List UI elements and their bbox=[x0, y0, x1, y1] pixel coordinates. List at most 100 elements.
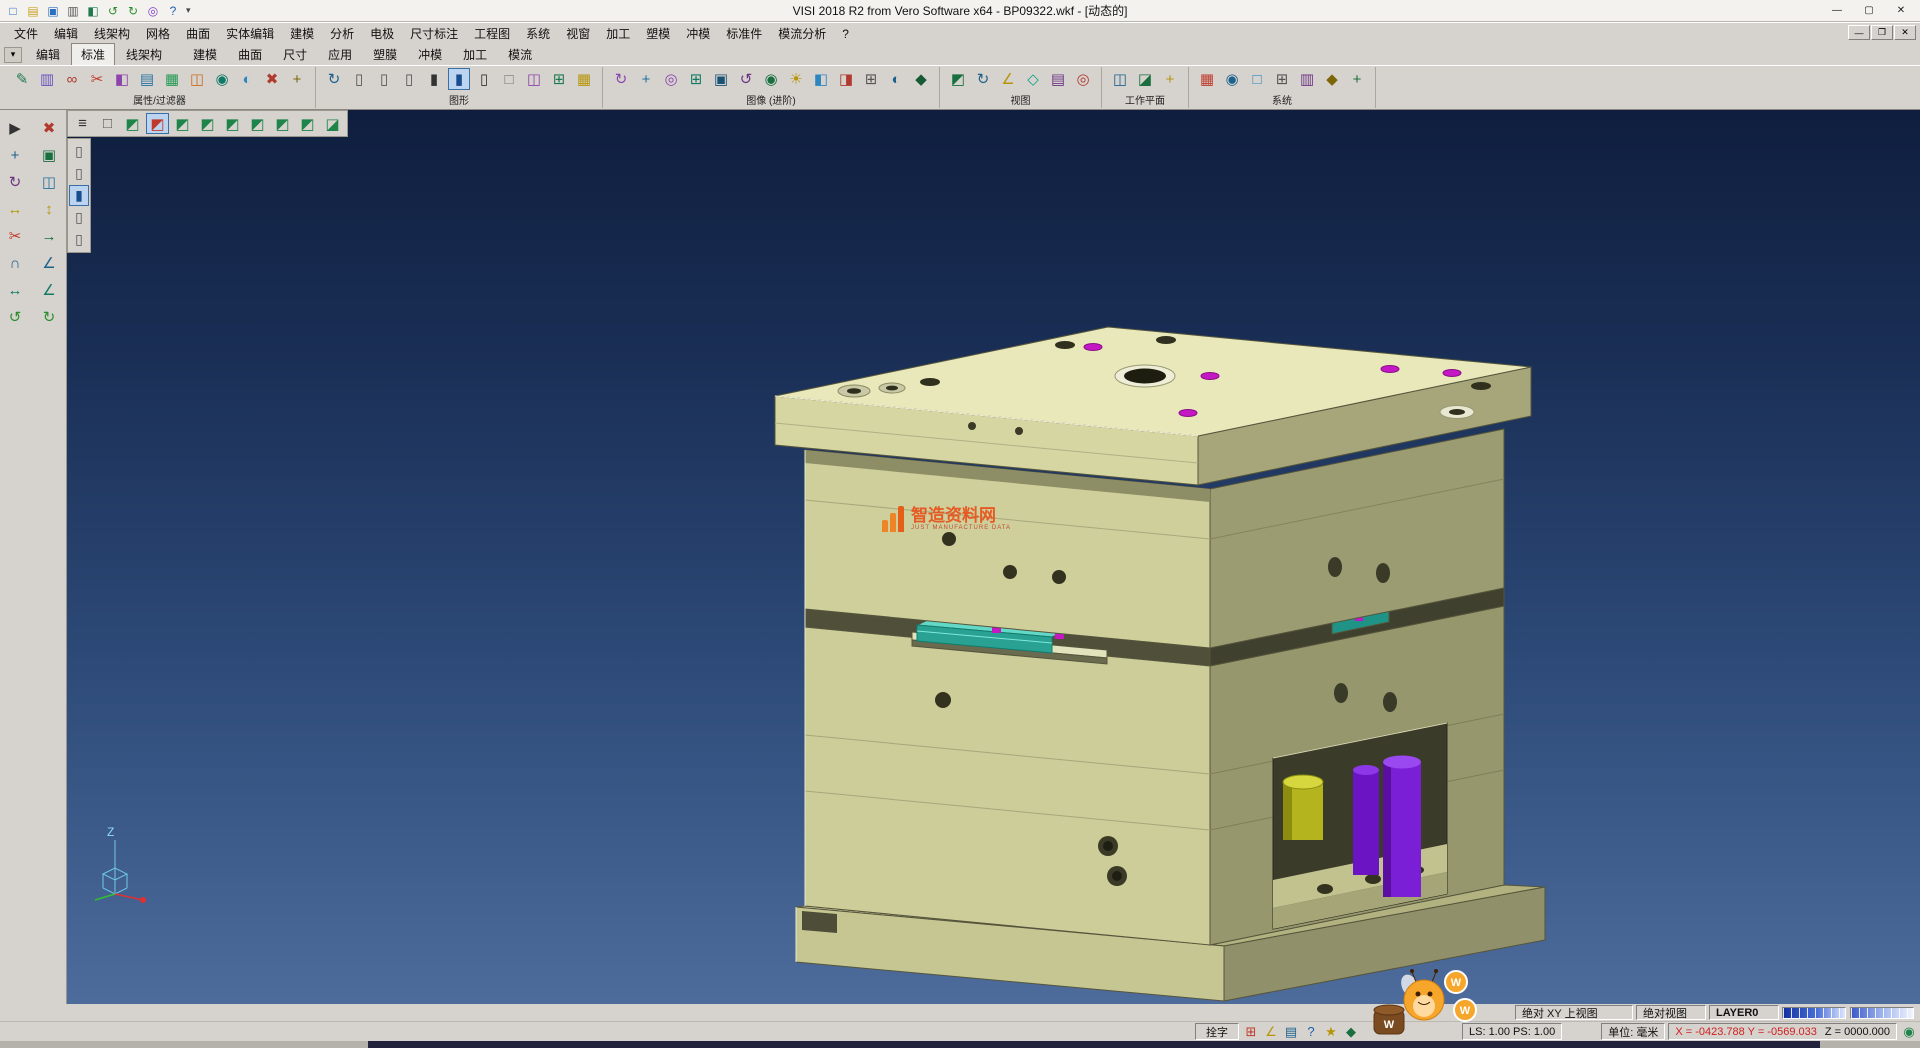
viewport-3d[interactable]: ≡□◩◩◩◩◩◩◩◩◪ ▯▯▮▯▯ Z 智造资料网 JUST MANUFACTU… bbox=[67, 110, 1920, 1004]
mdi-restore-button[interactable]: ❐ bbox=[1871, 25, 1893, 40]
tab-machining[interactable]: 加工 bbox=[453, 43, 497, 66]
menu-machining[interactable]: 加工 bbox=[598, 23, 638, 44]
move-element-icon[interactable]: + bbox=[3, 143, 27, 167]
filter-settings-icon[interactable]: + bbox=[286, 68, 308, 90]
mdi-close-button[interactable]: ✕ bbox=[1894, 25, 1916, 40]
copy-attributes-icon[interactable]: ▥ bbox=[36, 68, 58, 90]
left-view-icon[interactable]: ◩ bbox=[271, 113, 294, 134]
absolute-view-field[interactable]: 绝对视图 bbox=[1636, 1005, 1706, 1020]
regen-view-icon[interactable]: ↻ bbox=[323, 68, 345, 90]
tab-surface[interactable]: 曲面 bbox=[228, 43, 272, 66]
menu-window[interactable]: 视窗 bbox=[558, 23, 598, 44]
menu-analysis[interactable]: 分析 bbox=[322, 23, 362, 44]
zoom-extents-icon[interactable]: ▣ bbox=[710, 68, 732, 90]
tab-edit[interactable]: 编辑 bbox=[26, 43, 70, 66]
tabbar-dropdown-icon[interactable]: ▾ bbox=[4, 47, 22, 63]
stretch-element-icon[interactable]: ↕ bbox=[37, 197, 61, 221]
top-view-icon[interactable]: ◩ bbox=[171, 113, 194, 134]
world-icon[interactable]: ◉ bbox=[1900, 1023, 1918, 1040]
save-file-icon[interactable]: ▣ bbox=[44, 3, 62, 19]
tab-progress[interactable]: 冲模 bbox=[408, 43, 452, 66]
solid-display-4-icon[interactable]: ▯ bbox=[69, 207, 89, 228]
quick-filter-icon[interactable]: ◫ bbox=[186, 68, 208, 90]
layers-status-icon[interactable]: ▤ bbox=[1282, 1023, 1300, 1040]
delete-element-icon[interactable]: ✖ bbox=[37, 116, 61, 140]
wireframe-mode-icon[interactable]: ▯ bbox=[348, 68, 370, 90]
mirror-element-icon[interactable]: ◫ bbox=[37, 170, 61, 194]
menu-standard-parts[interactable]: 标准件 bbox=[718, 23, 770, 44]
tab-wireframe[interactable]: 线架构 bbox=[116, 43, 172, 66]
layer-filter-icon[interactable]: ▤ bbox=[136, 68, 158, 90]
redo-edit-icon[interactable]: ↻ bbox=[37, 305, 61, 329]
menu-modeling[interactable]: 建模 bbox=[282, 23, 322, 44]
undo-edit-icon[interactable]: ↺ bbox=[3, 305, 27, 329]
menu-progress[interactable]: 冲模 bbox=[678, 23, 718, 44]
solid-display-2-icon[interactable]: ▯ bbox=[69, 163, 89, 184]
color-filter-icon[interactable]: ◧ bbox=[111, 68, 133, 90]
view-cplane-icon[interactable]: ◇ bbox=[1022, 68, 1044, 90]
back-view-icon[interactable]: ◩ bbox=[246, 113, 269, 134]
workplane-dynamic-icon[interactable]: + bbox=[1159, 68, 1181, 90]
menu-wireframe[interactable]: 线架构 bbox=[86, 23, 138, 44]
system-settings-icon[interactable]: + bbox=[1346, 68, 1368, 90]
qat-more-button[interactable]: ▾ bbox=[182, 5, 195, 16]
view-manager-icon[interactable]: ◎ bbox=[1072, 68, 1094, 90]
dynamic-rotate-icon[interactable]: ↻ bbox=[610, 68, 632, 90]
new-file-icon[interactable]: □ bbox=[4, 3, 22, 19]
maximize-button[interactable]: ▢ bbox=[1854, 2, 1884, 20]
ejector-pocket[interactable] bbox=[1273, 723, 1447, 929]
visibility-filter-icon[interactable]: ◐ bbox=[236, 68, 258, 90]
solid-display-3-icon[interactable]: ▮ bbox=[69, 185, 89, 206]
shading-toggle-icon[interactable]: □ bbox=[96, 113, 119, 134]
menu-electrode[interactable]: 电极 bbox=[362, 23, 402, 44]
bottom-view-icon[interactable]: ◩ bbox=[196, 113, 219, 134]
previous-view-icon[interactable]: ↺ bbox=[735, 68, 757, 90]
ortho-mode-icon[interactable]: ∠ bbox=[1262, 1023, 1280, 1040]
fillet-icon[interactable]: ∩ bbox=[3, 251, 27, 275]
rotate-element-icon[interactable]: ↻ bbox=[3, 170, 27, 194]
horizontal-scrollbar[interactable] bbox=[0, 1041, 1920, 1048]
solid-display-1-icon[interactable]: ▯ bbox=[69, 141, 89, 162]
multi-viewport-icon[interactable]: ⊞ bbox=[860, 68, 882, 90]
render-settings-icon[interactable]: ◆ bbox=[910, 68, 932, 90]
transparent-mode-icon[interactable]: □ bbox=[498, 68, 520, 90]
tab-dimension[interactable]: 尺寸 bbox=[273, 43, 317, 66]
unlink-elements-icon[interactable]: ✂ bbox=[86, 68, 108, 90]
modify-attributes-icon[interactable]: ✎ bbox=[11, 68, 33, 90]
minimize-button[interactable]: — bbox=[1822, 2, 1852, 20]
tab-mould[interactable]: 塑膜 bbox=[363, 43, 407, 66]
menu-dimension[interactable]: 尺寸标注 bbox=[402, 23, 466, 44]
iso-view-nw-icon[interactable]: ◩ bbox=[146, 113, 169, 134]
background-color-icon[interactable]: ◧ bbox=[810, 68, 832, 90]
display-settings-icon[interactable]: □ bbox=[1246, 68, 1268, 90]
menu-file[interactable]: 文件 bbox=[6, 23, 46, 44]
active-layer-field[interactable]: LAYER0 bbox=[1709, 1005, 1779, 1020]
reset-filter-icon[interactable]: ✖ bbox=[261, 68, 283, 90]
print-icon[interactable]: ▥ bbox=[64, 3, 82, 19]
hidden-line-mode-icon[interactable]: ▯ bbox=[373, 68, 395, 90]
color-table-icon[interactable]: ▦ bbox=[1196, 68, 1218, 90]
draft-analysis-icon[interactable]: ⊞ bbox=[548, 68, 570, 90]
tab-application[interactable]: 应用 bbox=[318, 43, 362, 66]
mold-3d-scene[interactable] bbox=[67, 110, 1920, 1004]
undo-icon[interactable]: ↺ bbox=[104, 3, 122, 19]
flat-shade-mode-icon[interactable]: ▮ bbox=[423, 68, 445, 90]
open-file-icon[interactable]: ▤ bbox=[24, 3, 42, 19]
tab-flow[interactable]: 模流 bbox=[498, 43, 542, 66]
mdi-minimize-button[interactable]: — bbox=[1848, 25, 1870, 40]
chamfer-icon[interactable]: ∠ bbox=[37, 251, 61, 275]
dimetric-view-icon[interactable]: ◪ bbox=[321, 113, 344, 134]
close-button[interactable]: ✕ bbox=[1886, 2, 1916, 20]
clip-plane-icon[interactable]: ◨ bbox=[835, 68, 857, 90]
front-view-icon[interactable]: ◩ bbox=[221, 113, 244, 134]
redo-icon[interactable]: ↻ bbox=[124, 3, 142, 19]
standard-views-icon[interactable]: ◩ bbox=[947, 68, 969, 90]
workplane-standard-icon[interactable]: ◫ bbox=[1109, 68, 1131, 90]
tab-standard[interactable]: 标准 bbox=[71, 43, 115, 66]
view-menu-icon[interactable]: ≡ bbox=[71, 113, 94, 134]
iso-view-ne-icon[interactable]: ◩ bbox=[121, 113, 144, 134]
zebra-analysis-icon[interactable]: ▦ bbox=[573, 68, 595, 90]
tab-modeling[interactable]: 建模 bbox=[183, 43, 227, 66]
extend-element-icon[interactable]: → bbox=[37, 224, 61, 248]
right-view-icon[interactable]: ◩ bbox=[296, 113, 319, 134]
